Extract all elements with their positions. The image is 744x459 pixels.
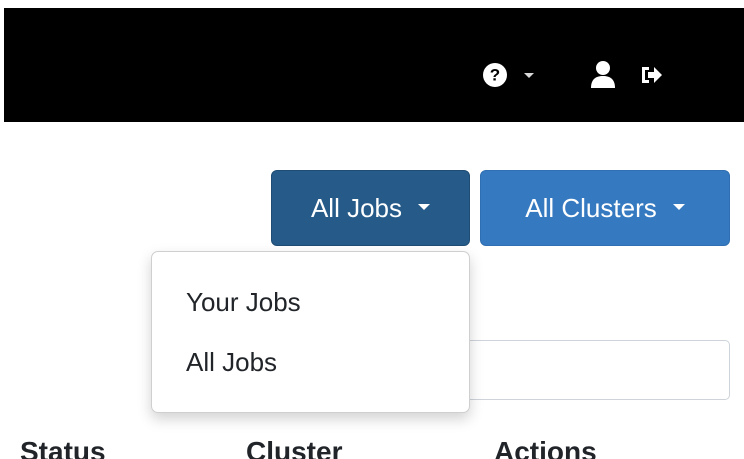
clusters-filter-button[interactable]: All Clusters [480, 170, 730, 246]
clusters-filter-label: All Clusters [525, 192, 657, 223]
user-icon [591, 61, 615, 88]
sign-out-icon [642, 67, 662, 83]
top-navbar: ? [4, 8, 744, 122]
caret-down-icon [524, 72, 534, 78]
dropdown-item-your-jobs[interactable]: Your Jobs [152, 270, 469, 334]
jobs-filter-dropdown: Your Jobs All Jobs [151, 251, 470, 413]
caret-down-icon [672, 204, 685, 210]
column-header-status: Status [20, 436, 106, 459]
column-header-cluster: Cluster [246, 436, 343, 459]
question-circle-icon: ? [483, 63, 507, 87]
page: ? All Jobs All Clusters Status Cluster A… [0, 0, 744, 459]
search-input[interactable] [430, 340, 730, 400]
user-menu[interactable] [589, 60, 617, 90]
logout-link[interactable] [639, 60, 665, 90]
help-menu-toggle[interactable]: ? [480, 60, 534, 90]
dropdown-item-all-jobs[interactable]: All Jobs [152, 330, 469, 394]
caret-down-icon [418, 204, 431, 210]
table-header: Status Cluster Actions [0, 436, 744, 459]
svg-text:?: ? [490, 66, 500, 85]
column-header-actions: Actions [494, 436, 597, 459]
jobs-filter-button[interactable]: All Jobs [271, 170, 470, 246]
jobs-filter-label: All Jobs [310, 192, 403, 223]
